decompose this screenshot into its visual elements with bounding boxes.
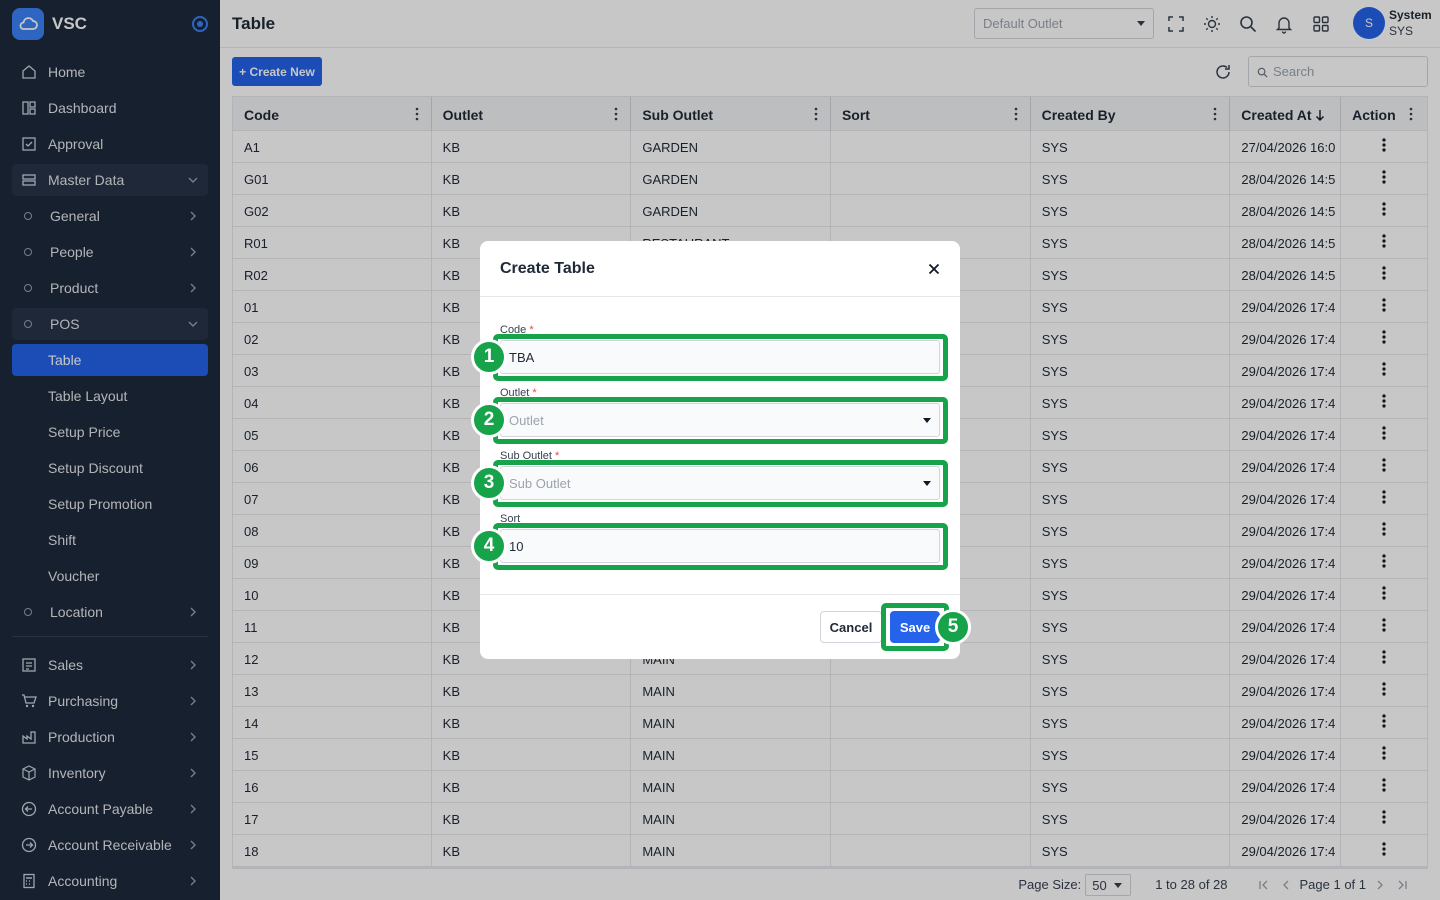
annotation-badge: 1 (471, 339, 507, 375)
annotation-badge: 3 (471, 465, 507, 501)
annotation-badge: 5 (935, 609, 971, 645)
annotation-badge: 4 (471, 528, 507, 564)
annotation-highlight-sub-outlet (493, 460, 948, 507)
cancel-button[interactable]: Cancel (820, 611, 882, 643)
close-icon[interactable] (928, 263, 940, 275)
dialog-header: Create Table (480, 241, 960, 297)
annotation-highlight-code (493, 334, 948, 381)
annotation-badge: 2 (471, 402, 507, 438)
annotation-highlight-outlet (493, 397, 948, 444)
dialog-title: Create Table (500, 259, 595, 277)
dialog-footer-divider (480, 594, 960, 595)
annotation-highlight-sort (493, 523, 948, 570)
create-table-dialog: Create Table Code * TBA Outlet * Outlet … (480, 241, 960, 659)
